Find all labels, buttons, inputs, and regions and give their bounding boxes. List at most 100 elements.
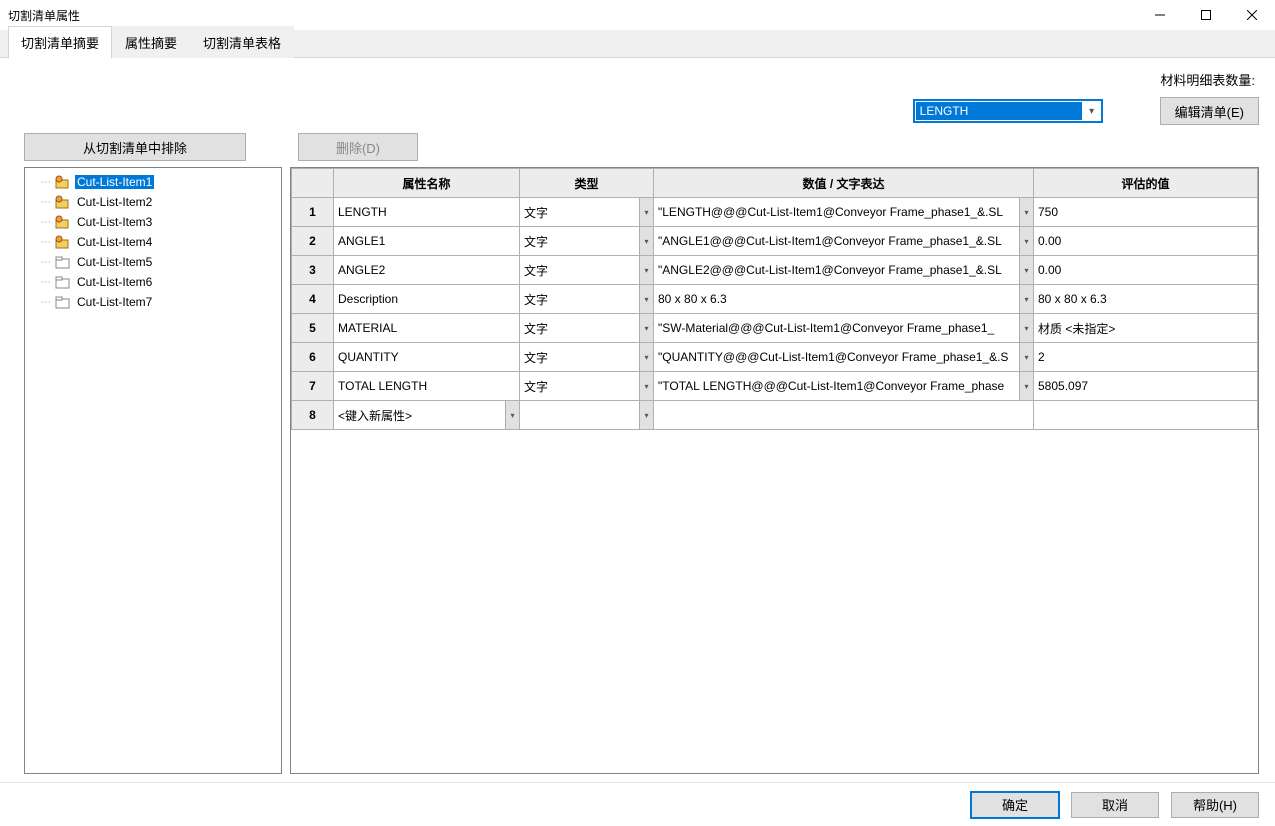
row-number[interactable]: 2	[292, 227, 334, 256]
chevron-down-icon[interactable]: ▾	[1019, 314, 1033, 342]
dialog-footer: 确定 取消 帮助(H)	[0, 782, 1275, 826]
ok-button[interactable]: 确定	[971, 792, 1059, 818]
cell-expr[interactable]: "TOTAL LENGTH@@@Cut-List-Item1@Conveyor …	[654, 372, 1034, 401]
tree-item[interactable]: ⋯ Cut-List-Item7	[27, 292, 279, 312]
folder-icon	[55, 295, 71, 309]
cell-name[interactable]: Description	[334, 285, 520, 314]
cell-expr[interactable]: "SW-Material@@@Cut-List-Item1@Conveyor F…	[654, 314, 1034, 343]
row-number[interactable]: 6	[292, 343, 334, 372]
cell-eval[interactable]: 0.00	[1034, 227, 1258, 256]
tree-item[interactable]: ⋯ Cut-List-Item4	[27, 232, 279, 252]
maximize-button[interactable]	[1183, 0, 1229, 30]
chevron-down-icon[interactable]: ▾	[1019, 343, 1033, 371]
chevron-down-icon[interactable]: ▾	[639, 372, 653, 400]
tab-cut-table[interactable]: 切割清单表格	[190, 26, 294, 58]
cell-expr[interactable]	[654, 401, 1034, 430]
weldment-icon	[55, 215, 71, 229]
cell-eval[interactable]: 0.00	[1034, 256, 1258, 285]
cell-type[interactable]: 文字▾	[520, 285, 654, 314]
cell-eval[interactable]: 5805.097	[1034, 372, 1258, 401]
cut-list-tree[interactable]: ⋯ Cut-List-Item1 ⋯ Cut-List-Item2 ⋯ Cut-…	[24, 167, 282, 774]
bom-quantity-combo[interactable]: LENGTH ▾	[914, 100, 1102, 122]
cell-type[interactable]: 文字▾	[520, 372, 654, 401]
tree-item[interactable]: ⋯ Cut-List-Item6	[27, 272, 279, 292]
cancel-button[interactable]: 取消	[1071, 792, 1159, 818]
col-header-type[interactable]: 类型	[520, 169, 654, 198]
cell-expr[interactable]: 80 x 80 x 6.3▾	[654, 285, 1034, 314]
maximize-icon	[1201, 10, 1211, 20]
cell-eval[interactable]: 750	[1034, 198, 1258, 227]
minimize-icon	[1155, 10, 1165, 20]
tab-prop-summary[interactable]: 属性摘要	[112, 26, 190, 58]
properties-grid[interactable]: 属性名称 类型 数值 / 文字表达 评估的值 1LENGTH文字▾"LENGTH…	[290, 167, 1259, 774]
col-header-expr[interactable]: 数值 / 文字表达	[654, 169, 1034, 198]
chevron-down-icon[interactable]: ▾	[639, 314, 653, 342]
chevron-down-icon[interactable]: ▾	[639, 256, 653, 284]
chevron-down-icon[interactable]: ▾	[1019, 256, 1033, 284]
cell-type[interactable]: 文字▾	[520, 256, 654, 285]
cell-name[interactable]: MATERIAL	[334, 314, 520, 343]
row-number[interactable]: 7	[292, 372, 334, 401]
chevron-down-icon[interactable]: ▾	[639, 285, 653, 313]
table-row[interactable]: 4Description文字▾80 x 80 x 6.3▾80 x 80 x 6…	[292, 285, 1258, 314]
folder-icon	[55, 255, 71, 269]
cell-expr[interactable]: "ANGLE2@@@Cut-List-Item1@Conveyor Frame_…	[654, 256, 1034, 285]
cell-eval[interactable]: 2	[1034, 343, 1258, 372]
chevron-down-icon[interactable]: ▾	[639, 227, 653, 255]
chevron-down-icon[interactable]: ▾	[1019, 198, 1033, 226]
table-row[interactable]: 7TOTAL LENGTH文字▾"TOTAL LENGTH@@@Cut-List…	[292, 372, 1258, 401]
chevron-down-icon[interactable]: ▾	[1019, 372, 1033, 400]
cell-type[interactable]: 文字▾	[520, 343, 654, 372]
chevron-down-icon[interactable]: ▾	[639, 198, 653, 226]
cell-eval[interactable]	[1034, 401, 1258, 430]
chevron-down-icon[interactable]: ▾	[1019, 227, 1033, 255]
cell-name[interactable]: QUANTITY	[334, 343, 520, 372]
chevron-down-icon[interactable]: ▾	[639, 401, 653, 429]
help-button[interactable]: 帮助(H)	[1171, 792, 1259, 818]
edit-list-button[interactable]: 编辑清单(E)	[1160, 97, 1259, 125]
row-number[interactable]: 5	[292, 314, 334, 343]
cell-expr[interactable]: "QUANTITY@@@Cut-List-Item1@Conveyor Fram…	[654, 343, 1034, 372]
table-row[interactable]: 1LENGTH文字▾"LENGTH@@@Cut-List-Item1@Conve…	[292, 198, 1258, 227]
cell-name[interactable]: TOTAL LENGTH	[334, 372, 520, 401]
tree-item[interactable]: ⋯ Cut-List-Item5	[27, 252, 279, 272]
row-number[interactable]: 4	[292, 285, 334, 314]
cell-type[interactable]: ▾	[520, 401, 654, 430]
cell-name[interactable]: LENGTH	[334, 198, 520, 227]
tree-item[interactable]: ⋯ Cut-List-Item2	[27, 192, 279, 212]
cell-name-new[interactable]: <键入新属性>▾	[334, 401, 520, 430]
table-row[interactable]: 2ANGLE1文字▾"ANGLE1@@@Cut-List-Item1@Conve…	[292, 227, 1258, 256]
cell-expr[interactable]: "LENGTH@@@Cut-List-Item1@Conveyor Frame_…	[654, 198, 1034, 227]
table-row-new[interactable]: 8<键入新属性>▾▾	[292, 401, 1258, 430]
cell-eval[interactable]: 80 x 80 x 6.3	[1034, 285, 1258, 314]
tree-item[interactable]: ⋯ Cut-List-Item1	[27, 172, 279, 192]
cell-eval[interactable]: 材质 <未指定>	[1034, 314, 1258, 343]
close-button[interactable]	[1229, 0, 1275, 30]
chevron-down-icon[interactable]: ▾	[505, 401, 519, 429]
col-header-name[interactable]: 属性名称	[334, 169, 520, 198]
cell-type[interactable]: 文字▾	[520, 227, 654, 256]
chevron-down-icon[interactable]: ▾	[1019, 285, 1033, 313]
tree-item[interactable]: ⋯ Cut-List-Item3	[27, 212, 279, 232]
row-number[interactable]: 3	[292, 256, 334, 285]
cell-type[interactable]: 文字▾	[520, 198, 654, 227]
row-number[interactable]: 1	[292, 198, 334, 227]
tab-summary[interactable]: 切割清单摘要	[8, 26, 112, 58]
tab-strip: 切割清单摘要 属性摘要 切割清单表格	[0, 30, 1275, 58]
table-row[interactable]: 6QUANTITY文字▾"QUANTITY@@@Cut-List-Item1@C…	[292, 343, 1258, 372]
chevron-down-icon[interactable]: ▾	[639, 343, 653, 371]
delete-button[interactable]: 删除(D)	[298, 133, 418, 161]
table-row[interactable]: 3ANGLE2文字▾"ANGLE2@@@Cut-List-Item1@Conve…	[292, 256, 1258, 285]
cell-name[interactable]: ANGLE1	[334, 227, 520, 256]
cell-name[interactable]: ANGLE2	[334, 256, 520, 285]
col-header-eval[interactable]: 评估的值	[1034, 169, 1258, 198]
table-row[interactable]: 5MATERIAL文字▾"SW-Material@@@Cut-List-Item…	[292, 314, 1258, 343]
cell-type[interactable]: 文字▾	[520, 314, 654, 343]
cell-expr[interactable]: "ANGLE1@@@Cut-List-Item1@Conveyor Frame_…	[654, 227, 1034, 256]
row-number[interactable]: 8	[292, 401, 334, 430]
chevron-down-icon: ▾	[1083, 101, 1101, 121]
grid-corner[interactable]	[292, 169, 334, 198]
tree-connector: ⋯	[41, 217, 51, 228]
exclude-button[interactable]: 从切割清单中排除	[24, 133, 246, 161]
minimize-button[interactable]	[1137, 0, 1183, 30]
